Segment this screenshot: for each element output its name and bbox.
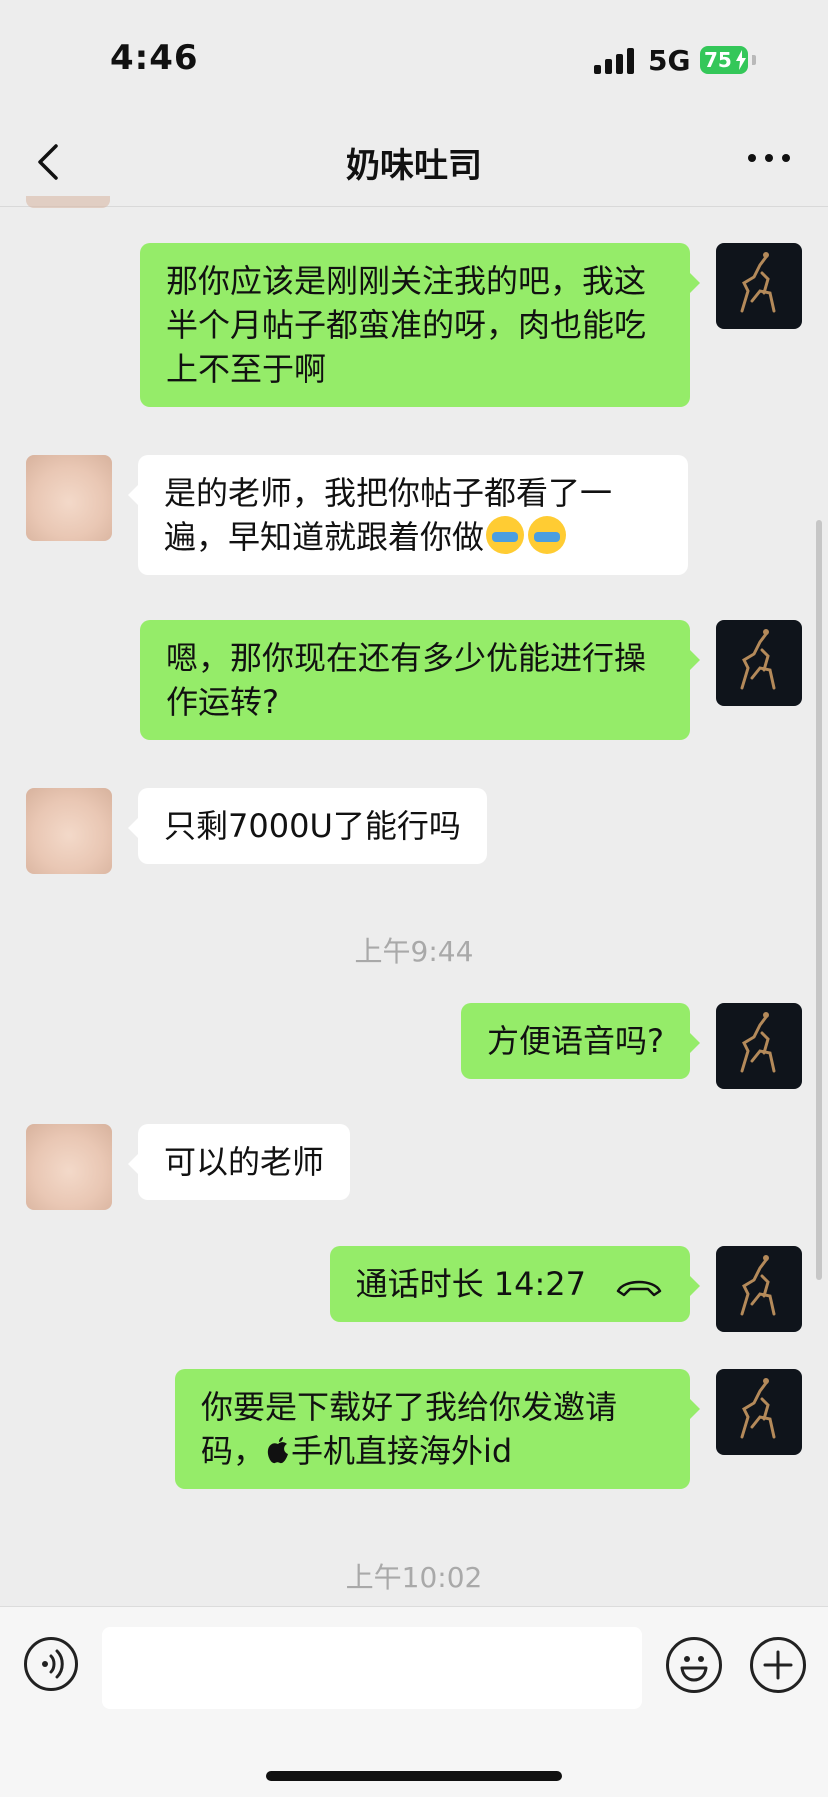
polo-horse-logo-icon: [740, 252, 776, 313]
avatar: [26, 196, 110, 208]
contact-avatar[interactable]: [26, 455, 112, 541]
apple-logo-icon: [267, 1437, 289, 1464]
network-type: 5G: [648, 44, 691, 77]
call-duration-text: 通话时长 14:27: [355, 1265, 586, 1303]
my-avatar[interactable]: [716, 620, 802, 706]
polo-horse-logo-icon: [740, 1255, 776, 1316]
message-input[interactable]: [102, 1627, 642, 1709]
polo-horse-logo-icon: [740, 1012, 776, 1073]
cellular-signal-icon: [594, 48, 636, 74]
message-timestamp: 上午9:44: [354, 935, 474, 968]
loudly-crying-face-emoji: [486, 516, 525, 554]
sent-message-bubble[interactable]: 你要是下载好了我给你发邀请码， 手机直接海外id: [175, 1369, 700, 1489]
input-bar: [0, 1606, 828, 1797]
status-time: 4:46: [110, 38, 199, 78]
battery-cap: [752, 55, 756, 65]
more-dots-icon[interactable]: [748, 154, 790, 166]
received-message-bubble[interactable]: 可以的老师: [127, 1124, 351, 1200]
emoji-smile-icon: [680, 1656, 708, 1682]
my-avatar[interactable]: [716, 243, 802, 329]
status-bar: 4:46 5G 75: [0, 0, 828, 120]
contact-avatar[interactable]: [26, 788, 112, 874]
my-avatar[interactable]: [716, 1003, 802, 1089]
received-message-bubble[interactable]: 只剩7000U了能行吗: [128, 788, 487, 864]
message-text: 手机直接海外id: [291, 1432, 513, 1470]
plus-icon: [763, 1650, 793, 1680]
contact-avatar[interactable]: [26, 1124, 112, 1210]
call-record-bubble[interactable]: 通话时长 14:27: [329, 1246, 701, 1322]
home-indicator[interactable]: [266, 1771, 562, 1781]
message-timestamp: 上午10:02: [345, 1561, 483, 1594]
polo-horse-logo-icon: [740, 629, 776, 690]
polo-horse-logo-icon: [740, 1378, 776, 1439]
sent-message-bubble[interactable]: 方便语音吗?: [461, 1003, 700, 1079]
charging-bolt-icon: [736, 50, 746, 70]
emoji-button[interactable]: [666, 1637, 722, 1693]
scrollbar[interactable]: [816, 520, 822, 1280]
loudly-crying-face-emoji: [528, 516, 567, 554]
my-avatar[interactable]: [716, 1369, 802, 1455]
sent-message-bubble[interactable]: 嗯，那你现在还有多少优能进行操作运转?: [140, 620, 700, 740]
chat-header: 奶味吐司: [0, 120, 828, 207]
sent-message-bubble[interactable]: 那你应该是刚刚关注我的吧，我这半个月帖子都蛮准的呀，肉也能吃上不至于啊: [140, 243, 700, 407]
received-message-bubble[interactable]: 是的老师，我把你帖子都看了一遍，早知道就跟着你做: [128, 455, 688, 575]
voice-input-icon: [42, 1649, 64, 1679]
my-avatar[interactable]: [716, 1246, 802, 1332]
chat-title: 奶味吐司: [346, 146, 482, 186]
phone-hangup-icon: [616, 1280, 662, 1297]
more-functions-button[interactable]: [750, 1637, 806, 1693]
voice-input-button[interactable]: [24, 1637, 78, 1691]
